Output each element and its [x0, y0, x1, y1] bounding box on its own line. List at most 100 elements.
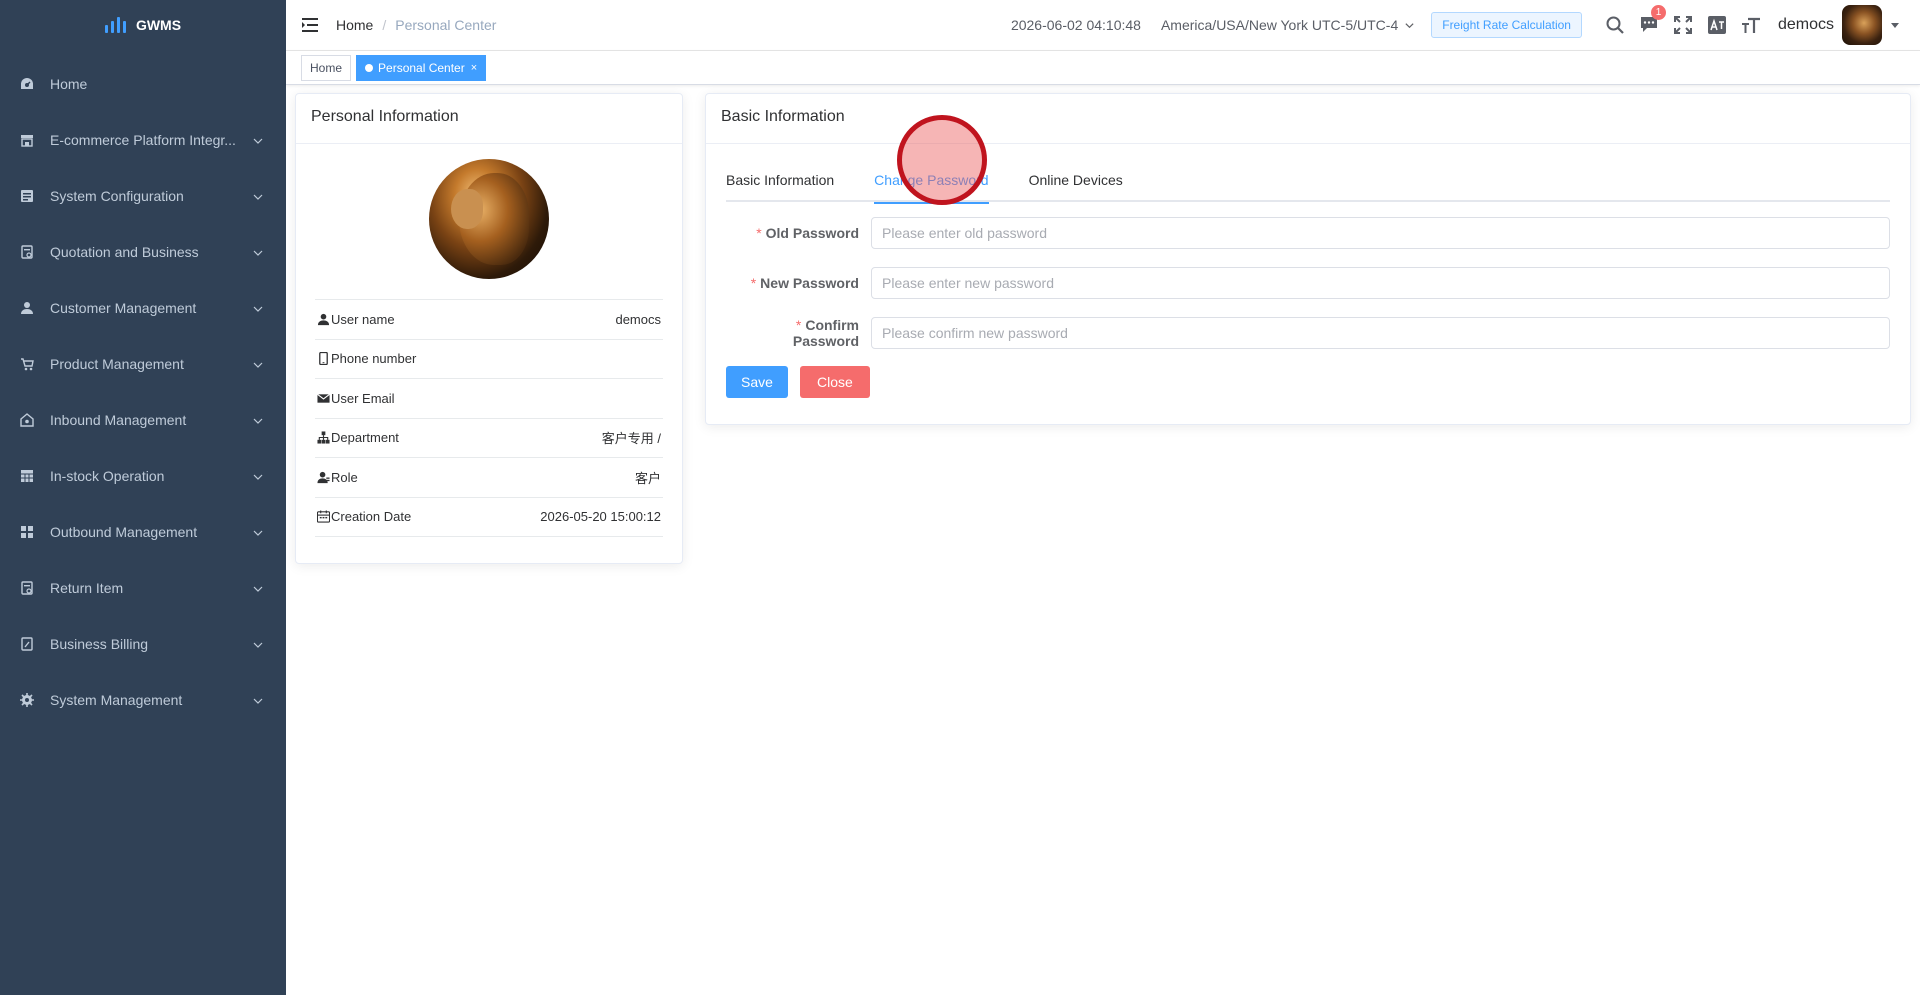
config-icon: [20, 189, 34, 203]
tag-personal-center[interactable]: Personal Center ×: [356, 54, 487, 81]
search-button[interactable]: [1598, 0, 1632, 50]
user-avatar[interactable]: [1842, 5, 1882, 45]
tree-icon: [317, 431, 330, 444]
tag-label: Personal Center: [378, 60, 465, 75]
messages-button[interactable]: 1: [1632, 0, 1666, 50]
tab-online-devices[interactable]: Online Devices: [1009, 158, 1143, 202]
sidebar-item-quotation[interactable]: Quotation and Business: [0, 224, 286, 280]
sidebar-item-in-stock-operation[interactable]: In-stock Operation: [0, 448, 286, 504]
old-password-input[interactable]: [871, 217, 1890, 249]
font-size-icon: [1741, 17, 1760, 33]
language-button[interactable]: [1700, 0, 1734, 50]
new-password-label: * New Password: [750, 275, 859, 291]
chevron-down-icon: [1405, 22, 1414, 28]
font-size-button[interactable]: [1734, 0, 1768, 50]
warehouse-icon: [20, 413, 34, 427]
table-icon: [20, 469, 34, 483]
sidebar-item-return-item[interactable]: Return Item: [0, 560, 286, 616]
card-title: Basic Information: [706, 94, 1910, 144]
user-info-list: User name democs Phone number User Email…: [315, 299, 663, 537]
chevron-down-icon: [252, 302, 264, 314]
store-icon: [20, 133, 34, 147]
chevron-down-icon: [252, 190, 264, 202]
sidebar-item-label: Inbound Management: [50, 412, 187, 428]
chevron-down-icon: [252, 582, 264, 594]
role-icon: [317, 471, 330, 484]
required-mark: *: [750, 275, 757, 291]
close-icon[interactable]: ×: [471, 62, 477, 74]
app-logo[interactable]: GWMS: [0, 0, 286, 50]
menu-fold-icon: [302, 18, 318, 32]
sidebar-item-system-management[interactable]: System Management: [0, 672, 286, 728]
confirm-password-input[interactable]: [871, 317, 1890, 349]
search-icon: [1606, 16, 1624, 34]
billing-icon: [20, 637, 34, 651]
chevron-down-icon: [252, 358, 264, 370]
logo-icon: [104, 17, 126, 33]
breadcrumb: Home / Personal Center: [336, 17, 496, 33]
sidebar-item-label: Outbound Management: [50, 524, 198, 540]
personal-information-card: Personal Information User name democs Ph…: [295, 93, 683, 564]
current-datetime: 2026-06-02 04:10:48: [1010, 17, 1141, 33]
tag-home[interactable]: Home: [301, 54, 352, 81]
calendar-icon: [317, 510, 330, 523]
active-dot: [365, 63, 374, 72]
sidebar: GWMS Home E-commerce Platform Integr... …: [0, 0, 286, 995]
save-button[interactable]: Save: [726, 366, 788, 398]
breadcrumb-home[interactable]: Home: [336, 17, 373, 33]
confirm-password-label: * Confirm Password: [792, 317, 859, 349]
info-label: Creation Date: [331, 509, 412, 525]
sidebar-item-ecommerce[interactable]: E-commerce Platform Integr...: [0, 112, 286, 168]
sidebar-item-outbound-management[interactable]: Outbound Management: [0, 504, 286, 560]
user-icon: [317, 313, 330, 326]
info-value: 客户: [634, 470, 661, 486]
chevron-down-icon: [252, 470, 264, 482]
info-row-role: Role 客户: [315, 458, 663, 498]
info-row-email: User Email: [315, 379, 663, 419]
info-row-username: User name democs: [315, 300, 663, 340]
sidebar-item-label: System Configuration: [50, 188, 184, 204]
caret-down-icon[interactable]: [1890, 20, 1900, 30]
basic-information-card: Basic Information Basic Information Chan…: [705, 93, 1911, 425]
form-row-old-password: * Old Password: [726, 216, 1890, 250]
hamburger-toggle[interactable]: [286, 0, 336, 50]
phone-icon: [317, 352, 330, 366]
freight-rate-calculation-button[interactable]: Freight Rate Calculation: [1431, 12, 1582, 38]
timezone-label: America/USA/New York UTC-5/UTC-4: [1160, 17, 1399, 33]
translate-icon: [1707, 16, 1726, 34]
profile-tabs: Basic Information Change Password Online…: [726, 158, 1890, 204]
sidebar-item-home[interactable]: Home: [0, 56, 286, 112]
cart-icon: [20, 357, 34, 371]
sidebar-menu: Home E-commerce Platform Integr... Syste…: [0, 56, 286, 728]
navbar-right: 2026-06-02 04:10:48 America/USA/New York…: [1011, 0, 1920, 50]
new-password-input[interactable]: [871, 267, 1890, 299]
chevron-down-icon: [252, 414, 264, 426]
timezone-select[interactable]: America/USA/New York UTC-5/UTC-4: [1161, 17, 1415, 33]
sidebar-item-label: In-stock Operation: [50, 468, 165, 484]
gear-icon: [20, 693, 34, 707]
info-value: democs: [615, 311, 661, 327]
tab-change-password[interactable]: Change Password: [854, 158, 1008, 204]
breadcrumb-separator: /: [382, 17, 387, 33]
sidebar-item-business-billing[interactable]: Business Billing: [0, 616, 286, 672]
form-row-confirm-password: * Confirm Password: [726, 316, 1890, 350]
profile-avatar[interactable]: [429, 159, 549, 279]
sidebar-item-system-configuration[interactable]: System Configuration: [0, 168, 286, 224]
fullscreen-button[interactable]: [1666, 0, 1700, 50]
close-button[interactable]: Close: [799, 366, 870, 398]
username[interactable]: democs: [1778, 16, 1834, 34]
chevron-down-icon: [252, 526, 264, 538]
user-icon: [20, 301, 34, 315]
sidebar-item-product-management[interactable]: Product Management: [0, 336, 286, 392]
required-mark: *: [756, 225, 762, 241]
tab-basic-information[interactable]: Basic Information: [726, 158, 854, 202]
info-label: User name: [331, 311, 395, 327]
message-badge: 1: [1650, 5, 1666, 20]
sidebar-item-label: Return Item: [50, 580, 124, 596]
form-actions: Save Close: [726, 366, 1890, 398]
sidebar-item-customer-management[interactable]: Customer Management: [0, 280, 286, 336]
sidebar-item-label: Customer Management: [50, 300, 197, 316]
fullscreen-icon: [1673, 16, 1692, 34]
required-mark: *: [795, 317, 802, 333]
sidebar-item-inbound-management[interactable]: Inbound Management: [0, 392, 286, 448]
